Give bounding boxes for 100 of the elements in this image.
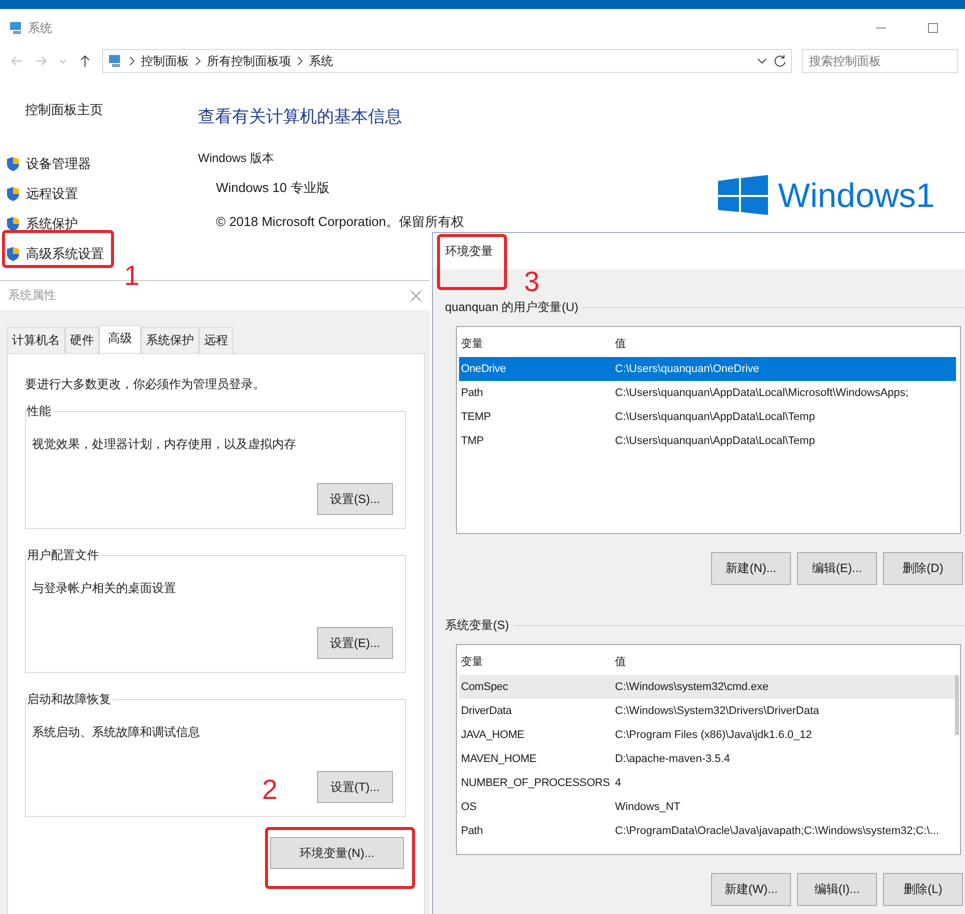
group-title: 用户配置文件 [27, 547, 101, 564]
tab[interactable]: 计算机名 [7, 327, 65, 353]
tab[interactable]: 系统保护 [141, 327, 199, 353]
variable-value: Windows_NT [615, 801, 682, 813]
list-action-button[interactable]: 删除(D) [883, 552, 963, 585]
group-title: 系统变量(S) [445, 617, 509, 634]
shield-icon [6, 156, 20, 172]
sidebar-link[interactable]: 高级系统设置 [26, 245, 104, 263]
computer-icon [107, 53, 123, 69]
shield-icon [6, 216, 20, 232]
variable-name: MAVEN_HOME [460, 753, 538, 765]
maximize-icon[interactable] [927, 22, 939, 34]
step-number: 3 [524, 268, 540, 296]
variable-name: OS [460, 801, 478, 813]
tab[interactable]: 远程 [199, 327, 233, 353]
windows-wordmark: Windows1 [778, 179, 935, 213]
variable-name: NUMBER_OF_PROCESSORS [460, 777, 611, 789]
list-row[interactable]: JAVA_HOME C:\Program Files (x86)\Java\jdk1.6.0_12 [459, 723, 956, 747]
column-header[interactable]: 值 [615, 654, 956, 668]
list-action-button[interactable]: 编辑(E)... [797, 552, 877, 585]
shield-icon [6, 246, 20, 262]
search-field[interactable]: 搜索控制面板 [802, 49, 958, 73]
variable-name: Path [460, 825, 484, 837]
admin-note: 要进行大多数更改，你必须作为管理员登录。 [25, 376, 266, 393]
breadcrumb-item[interactable]: 系统 [309, 52, 333, 70]
dialog-title: 环境变量 [445, 244, 493, 258]
highlight-frame [437, 234, 507, 290]
windows-logo-icon [718, 175, 768, 215]
section-label: Windows 版本 [198, 150, 276, 167]
chevron-right-icon [195, 56, 201, 66]
refresh-icon[interactable] [773, 54, 787, 68]
group-title: 性能 [27, 403, 53, 420]
environment-variables-button[interactable]: 环境变量(N)... [270, 837, 404, 869]
column-header[interactable]: 变量 [459, 654, 615, 668]
back-icon[interactable] [10, 54, 24, 68]
list-row[interactable]: TMP C:\Users\quanquan\AppData\Local\Temp [459, 429, 956, 453]
group-title: 启动和故障恢复 [27, 691, 113, 708]
variable-value: C:\Users\quanquan\OneDrive [615, 363, 760, 375]
close-icon[interactable] [410, 290, 422, 302]
group-description: 视觉效果，处理器计划，内存使用，以及虚拟内存 [32, 436, 297, 453]
variable-value: C:\Users\quanquan\AppData\Local\Temp [615, 411, 816, 423]
scrollbar[interactable] [955, 675, 959, 735]
variable-value: C:\Program Files (x86)\Java\jdk1.6.0_12 [615, 729, 813, 741]
variable-value: C:\ProgramData\Oracle\Java\javapath;C:\Windows\system32;C:\... [615, 825, 940, 837]
chevron-right-icon [297, 56, 303, 66]
variable-name: Path [460, 387, 484, 399]
variable-value: 4 [615, 777, 622, 789]
list-row[interactable]: NUMBER_OF_PROCESSORS 4 [459, 771, 956, 795]
step-number: 1 [124, 262, 140, 290]
variable-name: ComSpec [460, 681, 509, 693]
forward-icon[interactable] [34, 54, 48, 68]
computer-icon [8, 20, 24, 36]
list-row[interactable]: MAVEN_HOME D:\apache-maven-3.5.4 [459, 747, 956, 771]
list-row[interactable]: OneDrive C:\Users\quanquan\OneDrive [459, 357, 956, 381]
tab[interactable]: 硬件 [65, 327, 99, 353]
variable-value: C:\Windows\System32\Drivers\DriverData [615, 705, 820, 717]
breadcrumb-item[interactable]: 所有控制面板项 [207, 52, 291, 70]
variable-value: C:\Windows\system32\cmd.exe [615, 681, 770, 693]
variable-name: JAVA_HOME [460, 729, 526, 741]
list-row[interactable]: Path C:\Users\quanquan\AppData\Local\Microsoft\WindowsApps; [459, 381, 956, 405]
tab[interactable]: 高级 [99, 325, 141, 353]
variable-name: OneDrive [460, 363, 507, 375]
variable-name: DriverData [460, 705, 513, 717]
list-action-button[interactable]: 编辑(I)... [797, 873, 877, 906]
copyright-text: © 2018 Microsoft Corporation。保留所有权 [216, 213, 465, 231]
list-row[interactable]: DriverData C:\Windows\System32\Drivers\DriverData [459, 699, 956, 723]
sidebar-link[interactable]: 远程设置 [26, 185, 78, 203]
address-bar[interactable]: 控制面板 所有控制面板项 系统 [102, 49, 792, 73]
up-arrow-icon[interactable] [78, 54, 92, 68]
window-title: 系统 [28, 20, 52, 36]
settings-button[interactable]: 设置(T)... [317, 771, 393, 803]
settings-button[interactable]: 设置(S)... [317, 483, 393, 515]
list-action-button[interactable]: 新建(W)... [711, 873, 791, 906]
settings-button[interactable]: 设置(E)... [317, 627, 393, 659]
sidebar-link[interactable]: 系统保护 [26, 215, 78, 233]
chevron-down-icon[interactable] [757, 56, 767, 66]
group-title: quanquan 的用户变量(U) [445, 299, 578, 316]
variable-name: TEMP [460, 411, 492, 423]
group-description: 与登录帐户相关的桌面设置 [32, 580, 177, 597]
step-number: 2 [262, 776, 278, 804]
list-action-button[interactable]: 新建(N)... [711, 552, 791, 585]
group-description: 系统启动、系统故障和调试信息 [32, 724, 201, 741]
variable-value: C:\Users\quanquan\AppData\Local\Temp [615, 435, 816, 447]
list-row[interactable]: OS Windows_NT [459, 795, 956, 819]
column-header[interactable]: 变量 [459, 336, 615, 350]
page-heading: 查看有关计算机的基本信息 [198, 106, 403, 128]
variable-value: D:\apache-maven-3.5.4 [615, 753, 731, 765]
dialog-title: 系统属性 [8, 287, 56, 304]
list-row[interactable]: TEMP C:\Users\quanquan\AppData\Local\Temp [459, 405, 956, 429]
edition-name: Windows 10 专业版 [216, 179, 330, 197]
list-action-button[interactable]: 删除(L) [883, 873, 963, 906]
variable-value: C:\Users\quanquan\AppData\Local\Microsoft\WindowsApps; [615, 387, 910, 399]
list-row[interactable]: Path C:\ProgramData\Oracle\Java\javapath;C:\Windows\system32;C:\... [459, 819, 956, 843]
list-row[interactable]: ComSpec C:\Windows\system32\cmd.exe [459, 675, 956, 699]
variable-name: TMP [460, 435, 485, 447]
column-header[interactable]: 值 [615, 336, 956, 350]
chevron-right-icon [129, 56, 135, 66]
sidebar-link[interactable]: 控制面板主页 [25, 101, 196, 119]
sidebar-link[interactable]: 设备管理器 [26, 155, 91, 173]
breadcrumb-item[interactable]: 控制面板 [141, 52, 189, 70]
